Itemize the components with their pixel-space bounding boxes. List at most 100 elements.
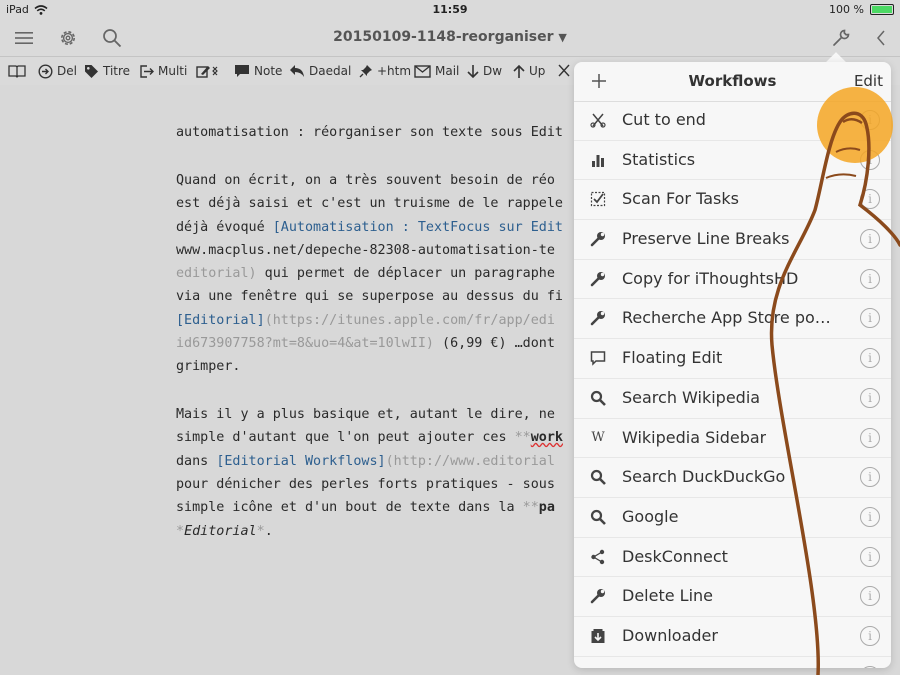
info-icon[interactable]: i: [860, 546, 880, 567]
workflow-item-label: Recherche App Store pour…: [622, 308, 836, 328]
toolbar-mail-label: Mail: [435, 64, 460, 78]
toolbar-cut-button[interactable]: [557, 62, 571, 80]
clock: 11:59: [432, 3, 468, 16]
info-icon[interactable]: i: [860, 110, 880, 130]
editor-line: via une fenêtre qui se superpose au dess…: [176, 289, 563, 304]
workflow-item-label: DeskConnect: [622, 546, 728, 566]
wrench-icon: [590, 231, 606, 247]
toolbar-daedal-button[interactable]: Daedal: [289, 62, 351, 80]
workflow-item[interactable]: Scan For Tasks i: [574, 180, 891, 221]
magnifier-icon: [590, 509, 606, 525]
workflow-item-label: Search DuckDuckGo: [622, 467, 786, 487]
workflow-item[interactable]: Copy for iThoughtsHD i: [574, 260, 891, 300]
toolbar-book-button[interactable]: [8, 62, 26, 80]
wrench-icon: [590, 271, 606, 287]
workflow-item[interactable]: Google i: [574, 498, 891, 538]
toolbar-up-label: Up: [529, 64, 546, 78]
workflow-item[interactable]: Statistics i: [574, 141, 891, 181]
toolbar-titre-button[interactable]: Titre: [84, 62, 130, 80]
workflow-item[interactable]: Search Wikipedia i: [574, 379, 891, 419]
workflow-list: Cut to end i Statistics i Scan For Tasks i Pre…: [574, 101, 891, 668]
toolbar-edit-button[interactable]: [196, 62, 220, 80]
battery-percent: 100 %: [829, 3, 864, 16]
editor-line: Quand on écrit, on a très souvent besoin…: [176, 173, 555, 188]
editor-line: id673907758?mt=8&uo=4&at=10lwII) (6,99 €…: [176, 336, 555, 351]
envelope-icon: [414, 64, 431, 78]
bar-chart-icon: [590, 152, 606, 168]
toolbar-del-button[interactable]: Del: [38, 62, 77, 80]
toolbar-up-button[interactable]: Up: [513, 62, 545, 80]
chevron-down-icon: ▼: [558, 31, 567, 44]
wrench-icon: [590, 588, 606, 604]
toolbar-note-label: Note: [254, 64, 283, 78]
workflow-item-label: Search Wikipedia: [622, 387, 761, 407]
info-icon[interactable]: i: [860, 586, 880, 607]
document-title[interactable]: 20150109-1148-reorganiser ▼: [0, 29, 900, 45]
workflow-item[interactable]: Text Focus i: [574, 657, 891, 668]
edit-button[interactable]: Edit: [854, 72, 883, 90]
toolbar-multi-button[interactable]: Multi: [139, 62, 187, 80]
toolbar-htm-label: +htm: [377, 64, 412, 78]
workflows-button[interactable]: [828, 26, 854, 50]
workflow-item-label: Statistics: [622, 149, 696, 169]
editor-line: automatisation : réorganiser son texte s…: [176, 125, 563, 140]
toolbar-htm-button[interactable]: +htm: [359, 62, 411, 80]
info-icon[interactable]: i: [860, 308, 880, 329]
info-icon[interactable]: i: [860, 665, 880, 668]
wrench-icon: [833, 29, 850, 46]
speech-bubble-icon: [590, 350, 606, 366]
workflow-item[interactable]: W Wikipedia Sidebar i: [574, 419, 891, 459]
workflow-item-label: Preserve Line Breaks: [622, 229, 790, 249]
workflow-item[interactable]: Recherche App Store pour… i: [574, 299, 891, 340]
info-icon[interactable]: i: [860, 506, 880, 527]
workflow-item[interactable]: Search DuckDuckGo i: [574, 458, 891, 498]
editor-link-text: [Automatisation : TextFocus sur Edit: [272, 220, 563, 235]
scissors-icon: [558, 64, 570, 77]
arrow-up-icon: [513, 64, 525, 78]
editor-line: *Editorial*.: [176, 524, 273, 539]
book-icon: [8, 65, 26, 78]
back-button[interactable]: [868, 26, 894, 50]
editor-line: Mais il y a plus basique et, autant le d…: [176, 407, 555, 422]
info-icon[interactable]: i: [860, 427, 880, 448]
toolbar-dw-label: Dw: [483, 64, 503, 78]
editor-line: grimper.: [176, 359, 241, 374]
workflow-item[interactable]: Floating Edit i: [574, 339, 891, 379]
tag-icon: [85, 64, 98, 78]
magnifier-icon: [590, 390, 606, 406]
workflow-item-label: Cut to end: [622, 110, 706, 129]
editor-line: editorial) qui permet de déplacer un par…: [176, 266, 555, 281]
editor-line: est déjà saisi et c'est un truisme de le…: [176, 196, 563, 211]
info-icon[interactable]: i: [860, 625, 880, 646]
workflow-item[interactable]: Downloader i: [574, 617, 891, 657]
workflow-item-label: Delete Line: [622, 586, 713, 606]
magnifier-icon: [590, 469, 606, 486]
toolbar-note-button[interactable]: Note: [234, 62, 282, 80]
info-icon[interactable]: i: [860, 348, 880, 369]
wrench-icon: [590, 310, 606, 326]
info-icon[interactable]: i: [860, 268, 880, 289]
workflow-item[interactable]: Delete Line i: [574, 577, 891, 617]
info-icon[interactable]: i: [860, 387, 880, 408]
workflow-item-label: Floating Edit: [622, 348, 723, 368]
workflow-item[interactable]: Cut to end i: [574, 101, 891, 141]
pencil-square-icon: [196, 65, 218, 78]
export-icon: [140, 64, 154, 78]
info-icon[interactable]: i: [860, 229, 880, 250]
popover-header: Workflows Edit: [574, 62, 891, 102]
editor-line: dans [Editorial Workflows](http://www.ed…: [176, 454, 555, 469]
workflow-item[interactable]: Preserve Line Breaks i: [574, 220, 891, 260]
toolbar-dw-button[interactable]: Dw: [467, 62, 502, 80]
nav-bar: 20150109-1148-reorganiser ▼: [0, 20, 900, 56]
download-box-icon: [590, 628, 606, 644]
workflow-item-label: Google: [622, 506, 679, 526]
status-bar: iPad 11:59 100 %: [0, 0, 900, 20]
pin-icon: [359, 65, 372, 78]
checklist-icon: [590, 191, 606, 207]
workflow-item[interactable]: DeskConnect i: [574, 538, 891, 578]
info-icon[interactable]: i: [860, 189, 880, 210]
toolbar-mail-button[interactable]: Mail: [414, 62, 459, 80]
info-icon[interactable]: i: [860, 467, 880, 488]
info-icon[interactable]: i: [860, 149, 880, 170]
toolbar-del-label: Del: [57, 64, 77, 78]
